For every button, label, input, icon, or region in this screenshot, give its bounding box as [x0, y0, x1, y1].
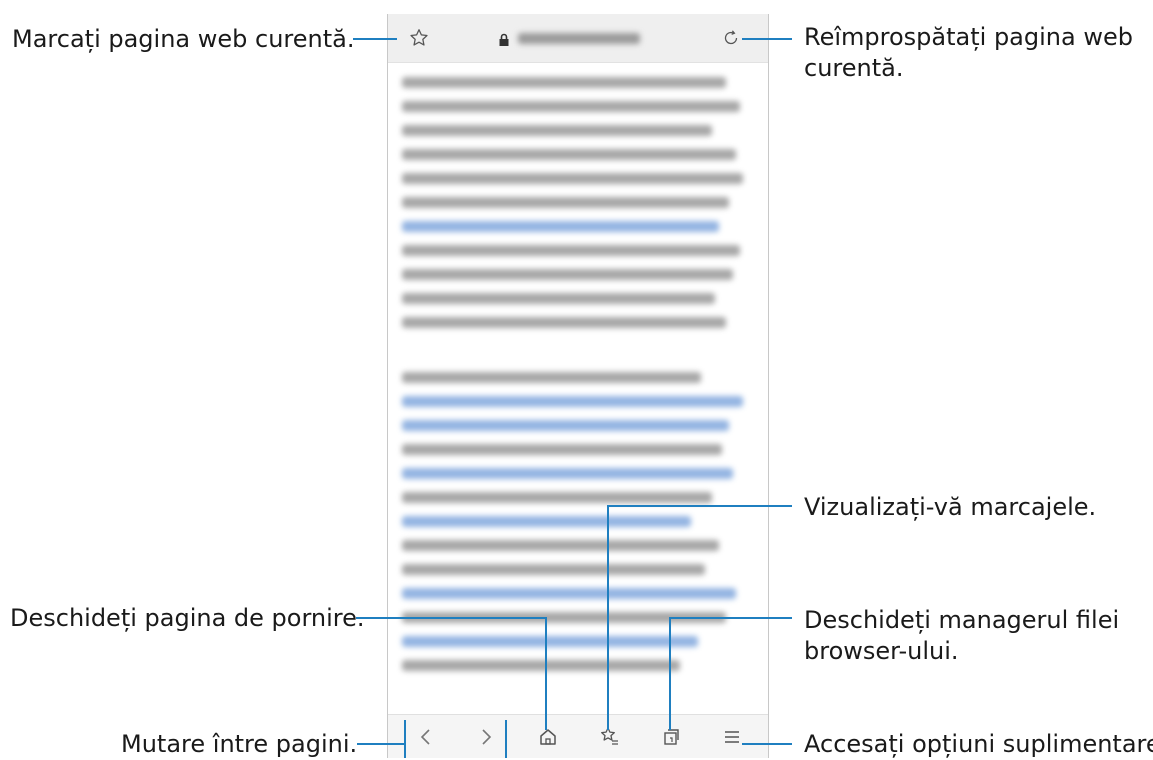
callout-refresh-line2: curentă.	[804, 54, 904, 82]
bookmark-star-icon[interactable]	[408, 27, 430, 49]
home-button[interactable]	[534, 723, 562, 751]
bottom-toolbar	[388, 714, 768, 758]
refresh-icon[interactable]	[720, 27, 742, 49]
callout-bracket-right	[505, 720, 507, 758]
callout-line-view-bookmarks-v	[607, 505, 609, 730]
bookmarks-list-icon	[601, 727, 618, 745]
callout-refresh: Reîmprospătați pagina web curentă.	[804, 22, 1133, 84]
callout-bookmark-current: Marcați pagina web curentă.	[12, 25, 355, 53]
hamburger-menu-icon	[725, 731, 739, 743]
callout-more-options: Accesați opțiuni suplimentare.	[804, 730, 1153, 758]
callout-tab-manager-line1: Deschideți managerul filei	[804, 606, 1120, 634]
callout-navigate-pages: Mutare între pagini.	[121, 730, 358, 758]
browser-screen	[387, 14, 769, 758]
callout-line-view-bookmarks-h	[607, 505, 792, 507]
callout-line-navigate-h	[357, 743, 405, 745]
callout-line-refresh	[742, 38, 792, 40]
callout-bracket-left	[404, 720, 406, 758]
url-text[interactable]	[518, 33, 640, 44]
address-bar	[388, 14, 768, 63]
callout-line-home-h	[356, 617, 547, 619]
home-icon	[540, 729, 556, 745]
callout-tab-manager-line2: browser-ului.	[804, 637, 959, 665]
page-content-blurred	[402, 64, 754, 684]
callout-line-menu	[742, 743, 792, 745]
callout-line-tabs-h	[669, 617, 792, 619]
lock-icon	[498, 32, 510, 46]
chevron-right-icon	[482, 729, 492, 745]
chevron-left-icon	[420, 729, 430, 745]
callout-refresh-line1: Reîmprospătați pagina web	[804, 23, 1133, 51]
callout-line-home-v	[545, 617, 547, 730]
bookmarks-button[interactable]	[596, 723, 624, 751]
callout-line-bookmark	[353, 38, 397, 40]
callout-view-bookmarks: Vizualizați-vă marcajele.	[804, 493, 1097, 521]
back-button[interactable]	[412, 723, 440, 751]
callout-open-home: Deschideți pagina de pornire.	[10, 604, 365, 632]
forward-button[interactable]	[472, 723, 500, 751]
menu-button[interactable]	[718, 723, 746, 751]
callout-line-tabs-v	[669, 617, 671, 730]
callout-tab-manager: Deschideți managerul filei browser-ului.	[804, 605, 1119, 667]
